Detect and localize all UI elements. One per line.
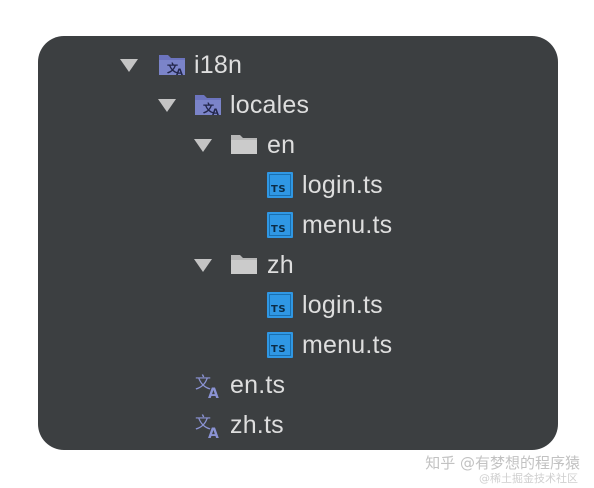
tree-item-label: zh.ts bbox=[230, 411, 284, 439]
tree-item-label: menu.ts bbox=[302, 211, 393, 239]
watermark-juejin: @稀土掘金技术社区 bbox=[479, 472, 578, 485]
typescript-file-icon: TS bbox=[267, 172, 293, 198]
svg-text:A: A bbox=[208, 386, 219, 399]
ts-badge-text: TS bbox=[271, 184, 287, 195]
tree-item-en-menu-ts[interactable]: TS menu.ts bbox=[38, 205, 558, 245]
tree-item-en-ts[interactable]: 文 A en.ts bbox=[38, 365, 558, 405]
expand-caret-icon[interactable] bbox=[120, 59, 138, 72]
typescript-file-icon: TS bbox=[267, 332, 293, 358]
translation-file-icon: 文 A bbox=[195, 373, 219, 399]
tree-item-zh-menu-ts[interactable]: TS menu.ts bbox=[38, 325, 558, 365]
translation-file-icon: 文 A bbox=[195, 413, 219, 439]
expand-caret-icon[interactable] bbox=[194, 259, 212, 272]
project-tree-panel: 文 A i18n 文 A locales en TS login.ts TS m… bbox=[38, 36, 558, 450]
tree-item-label: login.ts bbox=[302, 171, 383, 199]
folder-icon bbox=[231, 255, 257, 274]
i18n-folder-icon: 文 A bbox=[159, 55, 185, 77]
screenshot: 文 A i18n 文 A locales en TS login.ts TS m… bbox=[0, 0, 594, 488]
tree-item-zh-login-ts[interactable]: TS login.ts bbox=[38, 285, 558, 325]
tree-item-label: en bbox=[267, 131, 296, 159]
expand-caret-icon[interactable] bbox=[194, 139, 212, 152]
expand-caret-icon[interactable] bbox=[158, 99, 176, 112]
tree-item-label: zh bbox=[267, 251, 294, 279]
file-tree: 文 A i18n 文 A locales en TS login.ts TS m… bbox=[38, 45, 558, 445]
tree-item-label: en.ts bbox=[230, 371, 286, 399]
svg-text:A: A bbox=[208, 426, 219, 439]
tree-item-en-login-ts[interactable]: TS login.ts bbox=[38, 165, 558, 205]
tree-item-label: login.ts bbox=[302, 291, 383, 319]
svg-text:A: A bbox=[212, 108, 219, 117]
tree-item-zh-folder[interactable]: zh bbox=[38, 245, 558, 285]
typescript-file-icon: TS bbox=[267, 292, 293, 318]
svg-text:A: A bbox=[176, 68, 183, 77]
tree-item-zh-ts[interactable]: 文 A zh.ts bbox=[38, 405, 558, 445]
tree-item-en-folder[interactable]: en bbox=[38, 125, 558, 165]
i18n-folder-icon: 文 A bbox=[195, 95, 221, 117]
tree-item-locales[interactable]: 文 A locales bbox=[38, 85, 558, 125]
ts-badge-text: TS bbox=[271, 224, 287, 235]
tree-item-label: i18n bbox=[194, 51, 243, 79]
tree-item-label: locales bbox=[230, 91, 310, 119]
tree-item-label: menu.ts bbox=[302, 331, 393, 359]
typescript-file-icon: TS bbox=[267, 212, 293, 238]
tree-item-i18n[interactable]: 文 A i18n bbox=[38, 45, 558, 85]
ts-badge-text: TS bbox=[271, 344, 287, 355]
folder-icon bbox=[231, 135, 257, 154]
ts-badge-text: TS bbox=[271, 304, 287, 315]
